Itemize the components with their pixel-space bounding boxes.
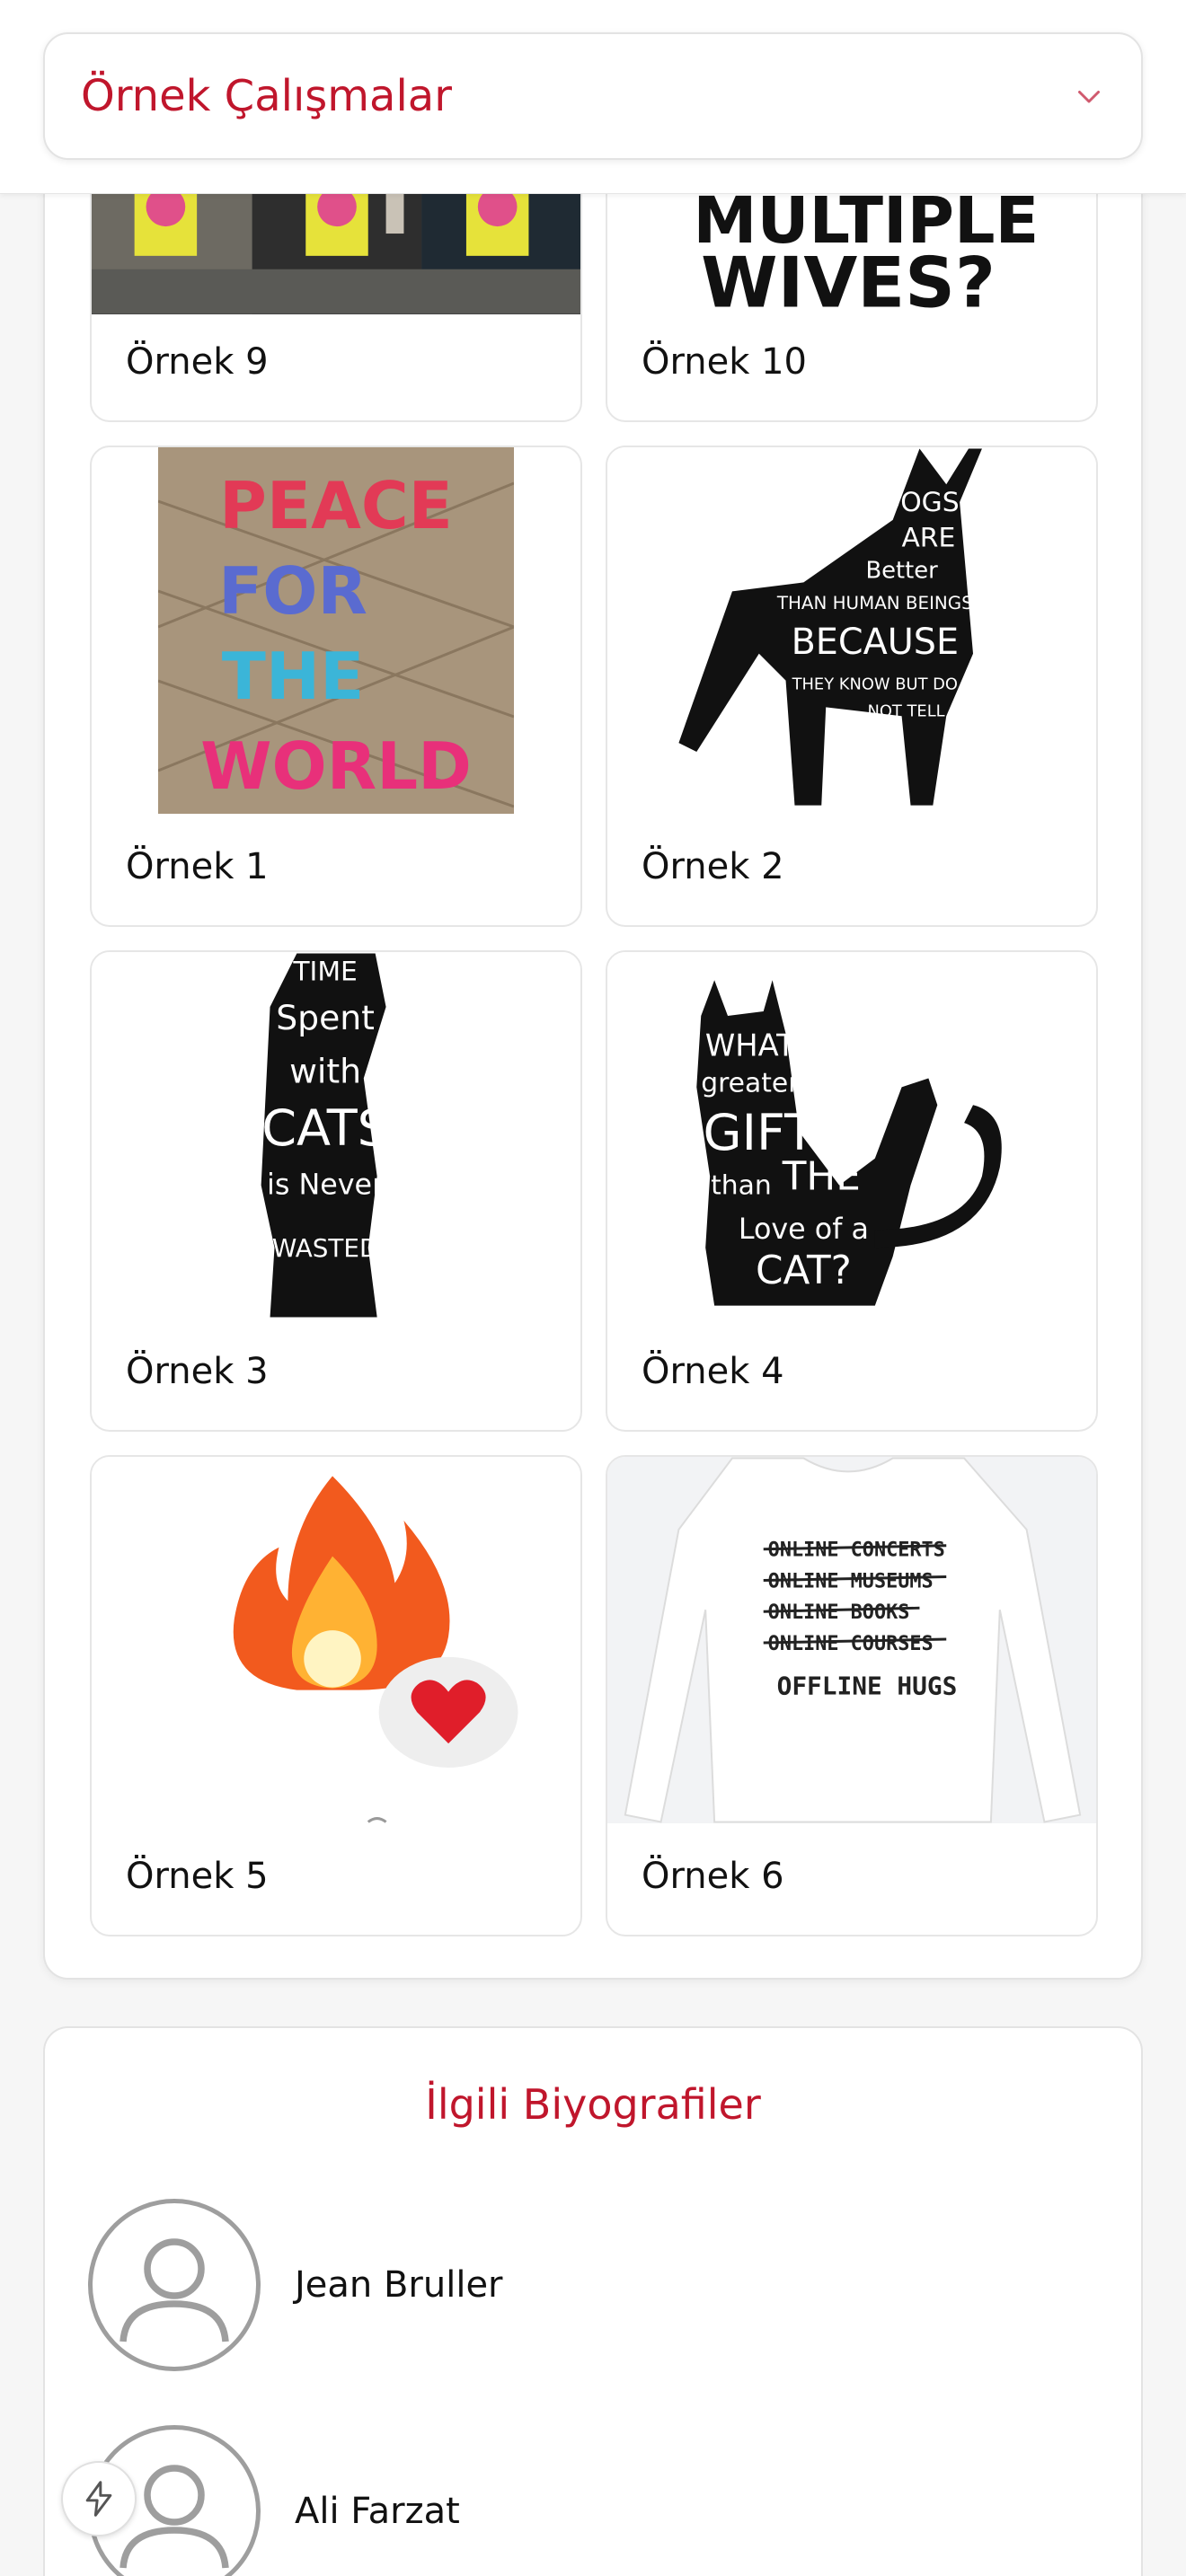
gallery-image: DOGS ARE Better THAN HUMAN BEINGS BECAUS… xyxy=(607,447,1096,814)
gallery-image: WHAT greater GIFT than THE Love of a CAT… xyxy=(607,952,1096,1319)
gallery-item-ornek-3[interactable]: TIME Spent with CATS is Never WASTED Örn… xyxy=(90,950,582,1432)
svg-text:WORLD: WORLD xyxy=(200,728,472,804)
svg-text:WASTED: WASTED xyxy=(272,1233,379,1263)
svg-text:WIVES?: WIVES? xyxy=(701,243,996,314)
svg-text:THE: THE xyxy=(782,1154,861,1200)
chevron-down-icon[interactable] xyxy=(1073,80,1105,112)
svg-text:WHAT: WHAT xyxy=(705,1028,795,1063)
biography-item-ali-farzat[interactable]: Ali Farzat xyxy=(88,2425,460,2576)
svg-text:is Never: is Never xyxy=(267,1169,385,1202)
peace-for-the-world-image: PEACE FOR THE WORLD xyxy=(158,447,514,814)
svg-text:THE: THE xyxy=(222,639,365,714)
example-works-panel: Örnek 9 MULTIPLE WIVES? Örnek 10 PEACE F… xyxy=(43,135,1143,1980)
gallery-item-ornek-6[interactable]: ONLINE CONCERTS ONLINE MUSEUMS ONLINE BO… xyxy=(606,1455,1098,1936)
gallery-item-label: Örnek 1 xyxy=(126,846,269,887)
gallery-item-ornek-9[interactable]: Örnek 9 xyxy=(90,160,582,422)
gallery-item-ornek-1[interactable]: PEACE FOR THE WORLD Örnek 1 xyxy=(90,446,582,927)
dog-typography-image: DOGS ARE Better THAN HUMAN BEINGS BECAUS… xyxy=(678,448,982,806)
biography-item-jean-bruller[interactable]: Jean Bruller xyxy=(88,2199,503,2371)
related-biographies-panel: İlgili Biyografiler Jean Bruller Ali Far… xyxy=(43,2026,1143,2576)
sticky-header: Örnek Çalışmalar xyxy=(0,0,1186,194)
svg-text:BECAUSE: BECAUSE xyxy=(792,622,959,663)
biography-name: Jean Bruller xyxy=(295,2264,503,2306)
gallery-item-ornek-2[interactable]: DOGS ARE Better THAN HUMAN BEINGS BECAUS… xyxy=(606,446,1098,927)
svg-text:DOGS: DOGS xyxy=(880,487,959,518)
gallery-item-label: Örnek 2 xyxy=(642,846,784,887)
cat-gift-typography-image: WHAT greater GIFT than THE Love of a CAT… xyxy=(696,980,1002,1306)
svg-text:THAN HUMAN BEINGS: THAN HUMAN BEINGS xyxy=(776,593,973,613)
gallery-item-ornek-4[interactable]: WHAT greater GIFT than THE Love of a CAT… xyxy=(606,950,1098,1432)
gallery-image: TIME Spent with CATS is Never WASTED xyxy=(92,952,580,1319)
svg-text:CAT?: CAT? xyxy=(756,1248,852,1293)
svg-text:THEY KNOW BUT DO: THEY KNOW BUT DO xyxy=(792,675,958,694)
svg-text:ONLINE COURSES: ONLINE COURSES xyxy=(768,1633,934,1655)
svg-text:TIME: TIME xyxy=(292,956,357,987)
svg-text:with: with xyxy=(289,1051,361,1090)
quick-action-button[interactable] xyxy=(61,2461,137,2536)
svg-text:ONLINE MUSEUMS: ONLINE MUSEUMS xyxy=(768,1570,934,1592)
gallery-item-ornek-10[interactable]: MULTIPLE WIVES? Örnek 10 xyxy=(606,160,1098,422)
svg-text:ONLINE CONCERTS: ONLINE CONCERTS xyxy=(768,1539,945,1562)
lightning-bolt-icon xyxy=(85,2481,112,2517)
gallery-item-label: Örnek 6 xyxy=(642,1856,784,1897)
gallery-item-label: Örnek 9 xyxy=(126,341,269,383)
gallery-item-label: Örnek 5 xyxy=(126,1856,269,1897)
gallery-item-ornek-5[interactable]: Örnek 5 xyxy=(90,1455,582,1936)
svg-text:than: than xyxy=(711,1170,772,1202)
user-placeholder-icon xyxy=(88,2199,261,2371)
svg-text:ONLINE BOOKS: ONLINE BOOKS xyxy=(768,1601,910,1624)
svg-text:CATS: CATS xyxy=(261,1099,389,1158)
gallery-item-label: Örnek 10 xyxy=(642,341,807,383)
related-biographies-title: İlgili Biyografiler xyxy=(425,2080,761,2129)
svg-text:Love of a: Love of a xyxy=(739,1213,869,1246)
svg-text:FOR: FOR xyxy=(218,553,367,629)
svg-text:Spent: Spent xyxy=(276,998,375,1037)
cat-typography-image: TIME Spent with CATS is Never WASTED xyxy=(261,953,389,1318)
biography-name: Ali Farzat xyxy=(295,2491,460,2532)
svg-text:NOT TELL: NOT TELL xyxy=(868,701,945,720)
gallery-image: PEACE FOR THE WORLD xyxy=(92,447,580,814)
gallery-image xyxy=(92,1457,580,1823)
svg-text:PEACE: PEACE xyxy=(219,468,453,543)
accordion-title: Örnek Çalışmalar xyxy=(81,71,452,121)
gallery-item-label: Örnek 4 xyxy=(642,1351,784,1392)
fire-heart-emoji-image xyxy=(233,1476,518,1823)
gallery-item-label: Örnek 3 xyxy=(126,1351,269,1392)
example-works-accordion[interactable]: Örnek Çalışmalar xyxy=(43,32,1143,160)
svg-text:ARE: ARE xyxy=(901,523,955,554)
svg-text:OFFLINE HUGS: OFFLINE HUGS xyxy=(777,1672,958,1701)
gallery-image: ONLINE CONCERTS ONLINE MUSEUMS ONLINE BO… xyxy=(607,1457,1096,1823)
svg-text:greater: greater xyxy=(701,1067,800,1098)
svg-text:Better: Better xyxy=(865,557,938,584)
offline-hugs-shirt-image: ONLINE CONCERTS ONLINE MUSEUMS ONLINE BO… xyxy=(607,1457,1096,1823)
